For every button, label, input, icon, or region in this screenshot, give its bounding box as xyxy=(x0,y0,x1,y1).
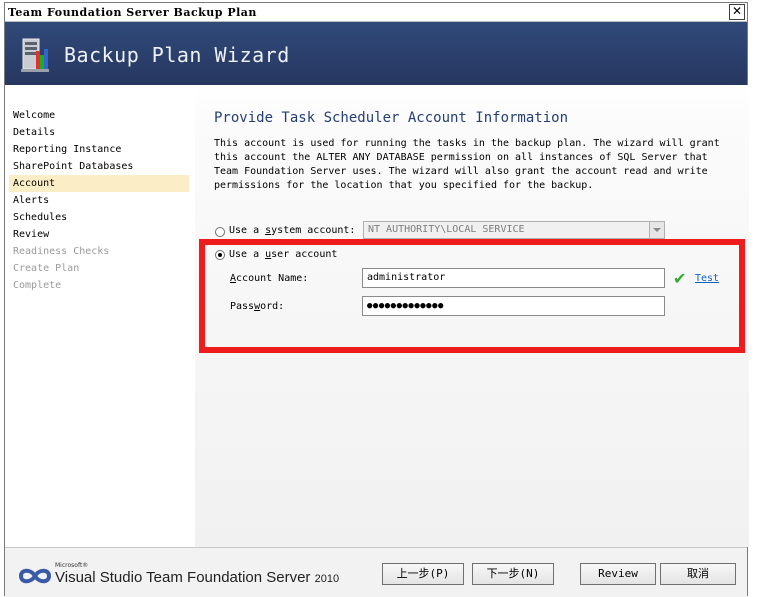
banner-title: Backup Plan Wizard xyxy=(64,43,290,67)
chevron-down-icon xyxy=(649,222,664,238)
close-button[interactable]: ✕ xyxy=(729,4,745,20)
system-account-value: NT AUTHORITY\LOCAL SERVICE xyxy=(368,224,525,235)
sidebar-item-complete: Complete xyxy=(13,280,62,291)
sidebar-item-schedules[interactable]: Schedules xyxy=(9,209,189,226)
wizard-footer: Microsoft® Visual Studio Team Foundation… xyxy=(5,547,747,597)
wizard-banner: Backup Plan Wizard xyxy=(5,22,747,85)
system-account-radio[interactable] xyxy=(215,227,225,237)
previous-button[interactable]: 上一步(P) xyxy=(382,563,464,585)
sidebar-item-create-plan: Create Plan xyxy=(13,263,80,274)
system-account-label: Use a system account: xyxy=(229,225,356,236)
sidebar-item-alerts[interactable]: Alerts xyxy=(9,192,189,209)
review-button[interactable]: Review xyxy=(580,563,656,585)
sidebar-item-welcome[interactable]: Welcome xyxy=(9,107,189,124)
wizard-steps-sidebar: Welcome Details Reporting Instance Share… xyxy=(5,85,195,547)
highlight-annotation xyxy=(199,239,745,353)
cancel-button[interactable]: 取消 xyxy=(660,563,736,585)
page-description: This account is used for running the tas… xyxy=(214,138,720,191)
window-title: Team Foundation Server Backup Plan xyxy=(8,6,257,19)
product-name: Visual Studio Team Foundation Server 201… xyxy=(55,569,340,586)
sidebar-item-sharepoint-databases[interactable]: SharePoint Databases xyxy=(9,158,189,175)
sidebar-item-account[interactable]: Account xyxy=(9,175,189,192)
system-account-dropdown: NT AUTHORITY\LOCAL SERVICE xyxy=(363,221,665,239)
title-bar: Team Foundation Server Backup Plan ✕ xyxy=(5,3,747,22)
sidebar-item-review[interactable]: Review xyxy=(9,226,189,243)
close-icon: ✕ xyxy=(731,4,743,18)
page-title: Provide Task Scheduler Account Informati… xyxy=(214,110,569,126)
sidebar-item-readiness-checks: Readiness Checks xyxy=(13,246,110,257)
sidebar-item-reporting-instance[interactable]: Reporting Instance xyxy=(9,141,189,158)
infinity-logo-icon xyxy=(18,568,52,584)
server-wizard-icon xyxy=(21,38,49,72)
microsoft-label: Microsoft® xyxy=(55,562,89,569)
sidebar-item-details[interactable]: Details xyxy=(9,124,189,141)
next-button[interactable]: 下一步(N) xyxy=(472,563,554,585)
